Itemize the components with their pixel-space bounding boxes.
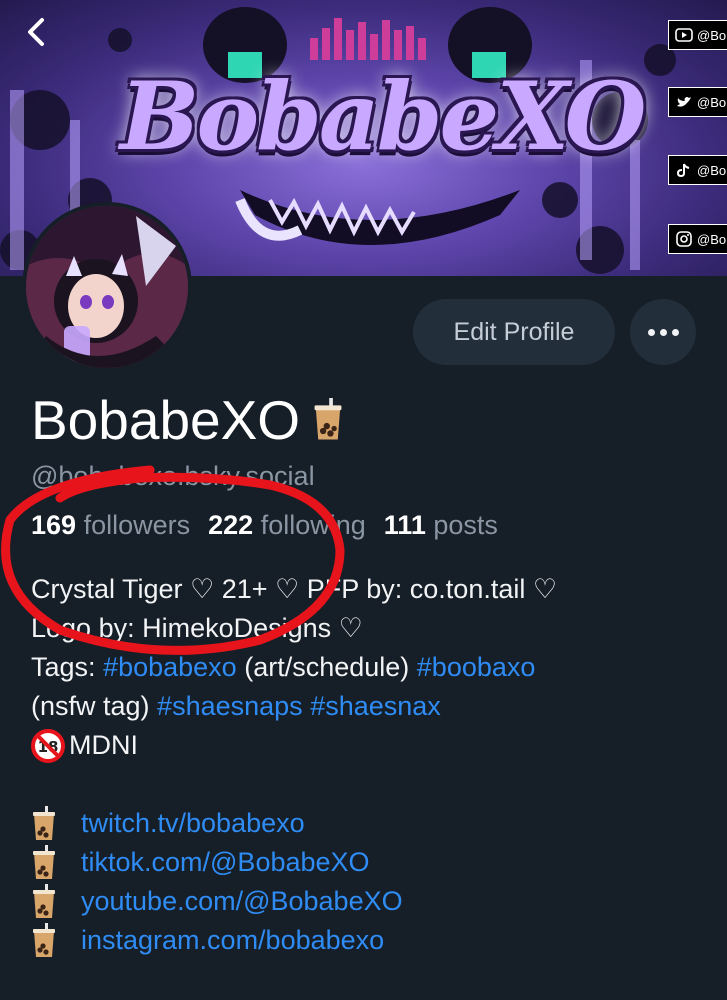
mdni-text: MDNI (69, 730, 138, 760)
bio-link-row: tiktok.com/@BobabeXO (31, 843, 557, 882)
posts-label: posts (433, 510, 498, 540)
followers-label: followers (83, 510, 191, 540)
bubble-tea-icon (33, 883, 55, 918)
banner-logo: BobabeXO (120, 62, 646, 172)
banner-youtube-tag: @Bob (668, 20, 727, 50)
twitter-icon (675, 94, 693, 110)
banner-tiktok-tag: @Bo (668, 155, 727, 185)
banner-instagram-tag: @Bo (668, 224, 727, 254)
tiktok-link[interactable]: tiktok.com/@BobabeXO (81, 843, 370, 882)
more-options-button[interactable] (630, 299, 696, 365)
hashtag-link[interactable]: #shaesnax (310, 687, 441, 726)
hashtag-link[interactable]: #shaesnaps (157, 687, 303, 726)
bubble-tea-icon (314, 398, 342, 440)
twitch-link[interactable]: twitch.tv/bobabexo (81, 804, 305, 843)
avatar-illustration (26, 206, 188, 368)
hashtag-link[interactable]: #boobaxo (417, 648, 536, 687)
chevron-left-icon (28, 18, 44, 46)
bio-link-row: youtube.com/@BobabeXO (31, 882, 557, 921)
youtube-link[interactable]: youtube.com/@BobabeXO (81, 882, 403, 921)
no-under-18-icon: 18 (31, 728, 65, 763)
youtube-icon (675, 27, 693, 43)
avatar[interactable] (22, 202, 192, 372)
banner-tag-text: @Bo (697, 162, 727, 178)
bubble-tea-icon (33, 805, 55, 840)
followers-stat[interactable]: 169 followers (31, 510, 190, 540)
bio-text: (art/schedule) (236, 652, 417, 682)
tiktok-icon (675, 162, 693, 178)
display-name: BobabeXO (31, 388, 344, 452)
instagram-icon (675, 231, 693, 247)
bubble-tea-icon (33, 844, 55, 879)
banner-tag-text: @Bob (697, 27, 727, 43)
posts-stat: 111 posts (384, 510, 498, 540)
following-stat[interactable]: 222 following (208, 510, 366, 540)
banner-tag-text: @Bo (697, 94, 727, 110)
bio-line: Logo by: HimekoDesigns ♡ (31, 613, 363, 643)
display-name-text: BobabeXO (31, 389, 301, 451)
mdni-line: 18 MDNI (31, 726, 557, 765)
followers-count: 169 (31, 510, 77, 540)
banner-twitter-tag: @Bo (668, 87, 727, 117)
bubble-tea-icon (33, 922, 55, 957)
profile-stats: 169 followers 222 following 111 posts (31, 510, 498, 541)
bio-tags-line: Tags: #bobabexo (art/schedule) #boobaxo (31, 648, 557, 687)
back-button[interactable] (18, 14, 54, 50)
following-label: following (260, 510, 366, 540)
bio-text: Tags: (31, 652, 96, 682)
bio-text: (nsfw tag) (31, 691, 158, 721)
edit-profile-button[interactable]: Edit Profile (413, 299, 615, 365)
profile-bio: Crystal Tiger ♡ 21+ ♡ PFP by: co.ton.tai… (31, 570, 557, 960)
more-dots-icon (647, 328, 679, 336)
instagram-link[interactable]: instagram.com/bobabexo (81, 921, 384, 960)
bio-tags-line: (nsfw tag) #shaesnaps #shaesnax (31, 687, 557, 726)
hashtag-link[interactable]: #bobabexo (103, 648, 237, 687)
posts-count: 111 (383, 510, 426, 540)
profile-handle[interactable]: @bobabexo.bsky.social (31, 461, 315, 492)
following-count: 222 (208, 510, 254, 540)
banner-tag-text: @Bo (697, 231, 727, 247)
bio-link-row: twitch.tv/bobabexo (31, 804, 557, 843)
bio-line: Crystal Tiger ♡ 21+ ♡ PFP by: co.ton.tai… (31, 574, 558, 604)
bio-link-row: instagram.com/bobabexo (31, 921, 557, 960)
